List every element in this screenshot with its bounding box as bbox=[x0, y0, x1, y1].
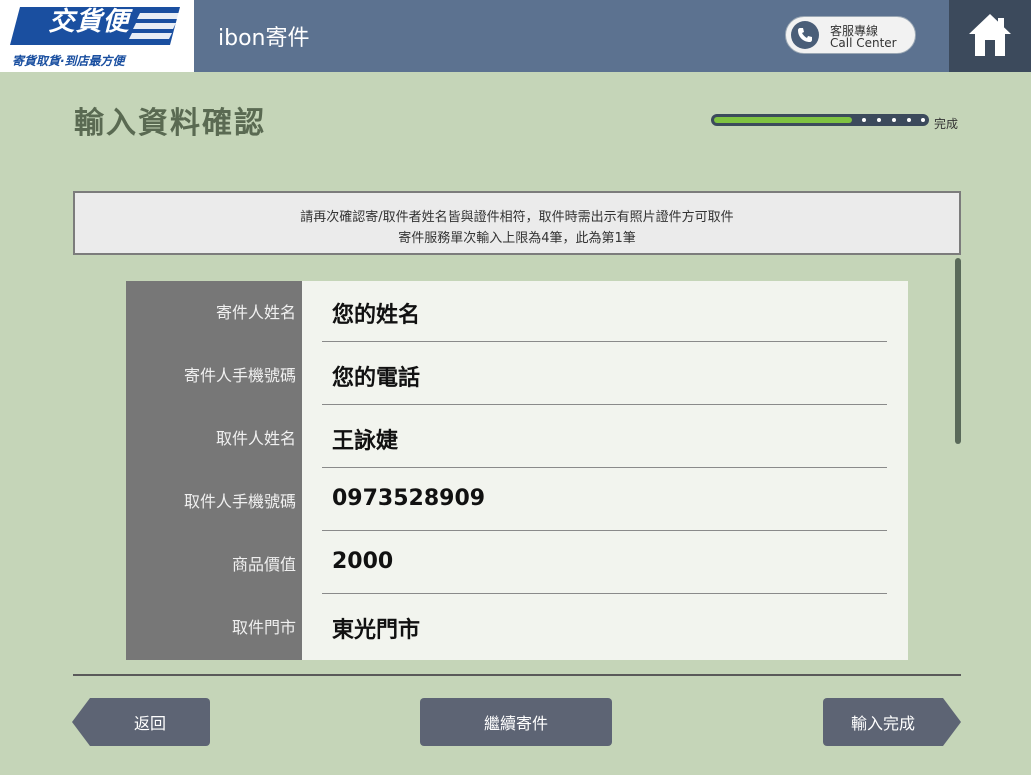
logo: 交貨便 寄貨取貨·到店最方便 bbox=[0, 0, 194, 72]
page-title: 輸入資料確認 bbox=[74, 106, 266, 141]
form-label: 商品價值 bbox=[231, 555, 296, 574]
progress-fill bbox=[714, 117, 852, 123]
form-row-sender-phone: 寄件人手機號碼 您的電話 bbox=[126, 344, 908, 407]
home-icon bbox=[969, 14, 1011, 56]
progress-indicator bbox=[711, 114, 931, 126]
call-center-label-en: Call Center bbox=[830, 36, 897, 50]
row-divider bbox=[322, 593, 887, 594]
progress-dot bbox=[877, 118, 881, 122]
back-button-label: 返回 bbox=[133, 714, 166, 733]
scrollbar[interactable] bbox=[955, 258, 961, 444]
logo-text: 交貨便 bbox=[48, 7, 130, 37]
logo-slogan: 寄貨取貨·到店最方便 bbox=[12, 54, 125, 68]
form-row-recipient-name: 取件人姓名 王詠婕 bbox=[126, 407, 908, 470]
row-divider bbox=[322, 341, 887, 342]
form-row-recipient-phone: 取件人手機號碼 0973528909 bbox=[126, 470, 908, 533]
progress-dot bbox=[862, 118, 866, 122]
back-button[interactable]: 返回 bbox=[72, 698, 210, 746]
notice-line: 寄件服務單次輸入上限為4筆，此為第1筆 bbox=[398, 231, 636, 246]
form-value: 您的姓名 bbox=[332, 303, 421, 328]
form-value: 2000 bbox=[332, 549, 394, 574]
notice-box: 請再次確認寄/取件者姓名皆與證件相符，取件時需出示有照片證件方可取件 寄件服務單… bbox=[73, 191, 961, 255]
form-label: 取件人姓名 bbox=[215, 429, 296, 448]
confirm-form: 寄件人姓名 您的姓名 寄件人手機號碼 您的電話 取件人姓名 王詠婕 取件人手機號… bbox=[126, 281, 908, 660]
form-label: 寄件人姓名 bbox=[215, 303, 296, 322]
form-label: 取件人手機號碼 bbox=[183, 492, 296, 511]
row-divider bbox=[322, 530, 887, 531]
notice-line: 請再次確認寄/取件者姓名皆與證件相符，取件時需出示有照片證件方可取件 bbox=[300, 210, 734, 225]
form-value: 0973528909 bbox=[332, 486, 486, 511]
app-title: ibon寄件 bbox=[218, 26, 310, 51]
done-button-label: 輸入完成 bbox=[850, 714, 915, 733]
progress-dot bbox=[921, 118, 925, 122]
form-row-product-value: 商品價值 2000 bbox=[126, 533, 908, 596]
form-label: 寄件人手機號碼 bbox=[183, 366, 296, 385]
form-row-sender-name: 寄件人姓名 您的姓名 bbox=[126, 281, 908, 344]
progress-track bbox=[711, 114, 929, 126]
form-label: 取件門市 bbox=[231, 618, 296, 637]
footer-divider bbox=[73, 674, 961, 676]
form-value: 東光門市 bbox=[332, 618, 421, 643]
continue-button-label: 繼續寄件 bbox=[483, 714, 548, 733]
form-row-pickup-store: 取件門市 東光門市 bbox=[126, 596, 908, 659]
progress-label: 完成 bbox=[934, 117, 959, 131]
form-value: 王詠婕 bbox=[332, 429, 399, 454]
input-complete-button[interactable]: 輸入完成 bbox=[823, 698, 961, 746]
row-divider bbox=[322, 404, 887, 405]
progress-dot bbox=[892, 118, 896, 122]
progress-dot bbox=[907, 118, 911, 122]
row-divider bbox=[322, 467, 887, 468]
phone-icon bbox=[791, 21, 819, 49]
call-center-button[interactable]: 客服專線 Call Center bbox=[785, 16, 916, 54]
continue-shipping-button[interactable]: 繼續寄件 bbox=[420, 698, 612, 746]
header-bar: 交貨便 寄貨取貨·到店最方便 ibon寄件 客服專線 Call Center bbox=[0, 0, 1031, 72]
home-button[interactable] bbox=[949, 0, 1031, 72]
form-value: 您的電話 bbox=[332, 366, 421, 391]
